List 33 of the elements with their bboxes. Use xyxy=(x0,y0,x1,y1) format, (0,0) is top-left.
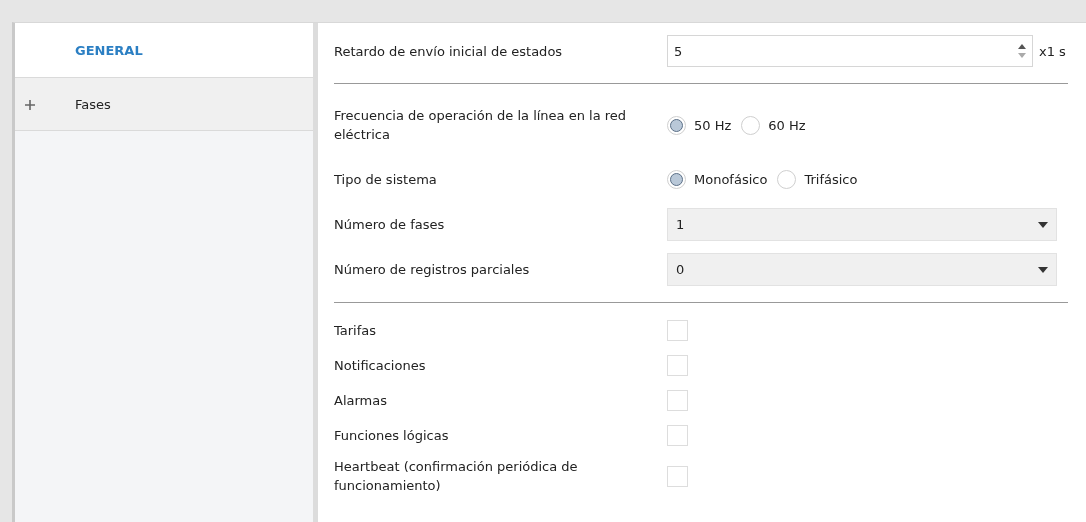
setting-label: Notificaciones xyxy=(334,357,427,375)
checkbox[interactable] xyxy=(667,320,688,341)
setting-label: Número de fases xyxy=(334,216,446,234)
setting-label: Retardo de envío inicial de estados xyxy=(334,42,564,61)
radio-button[interactable] xyxy=(777,169,797,189)
setting-label: Frecuencia de operación de la línea en la red eléctrica xyxy=(334,107,628,144)
setting-label: Heartbeat (confirmación periódica de funcionamiento) xyxy=(334,458,579,495)
caret-icon xyxy=(1038,221,1048,228)
number-field[interactable]: 5 xyxy=(667,35,1033,67)
plus-icon[interactable] xyxy=(25,99,35,110)
checkbox[interactable] xyxy=(667,465,688,487)
dropdown[interactable]: 0 xyxy=(667,253,1057,286)
radio-button[interactable] xyxy=(741,115,761,135)
radio-label: Trifásico xyxy=(804,171,858,187)
sidebar-item[interactable]: Fases xyxy=(15,78,313,131)
checkbox[interactable] xyxy=(667,425,688,446)
setting-label: Alarmas xyxy=(334,392,388,410)
setting-label: Número de registros parciales xyxy=(334,261,531,279)
caret-icon xyxy=(1038,266,1048,273)
dropdown[interactable]: 1 xyxy=(667,208,1057,241)
checkbox[interactable] xyxy=(667,390,688,411)
radio-button[interactable] xyxy=(667,115,686,135)
unit-label: x1 s xyxy=(1039,43,1066,59)
radio-label: Monofásico xyxy=(694,171,768,187)
setting-label: Tarifas xyxy=(334,322,378,340)
spin-arrows-icon[interactable] xyxy=(1018,43,1026,59)
radio-label: 60 Hz xyxy=(768,117,806,133)
checkbox[interactable] xyxy=(667,355,688,376)
setting-label: Funciones lógicas xyxy=(334,427,450,445)
setting-label: Tipo de sistema xyxy=(334,170,438,189)
radio-button[interactable] xyxy=(667,169,686,189)
radio-label: 50 Hz xyxy=(694,117,732,133)
sidebar-item[interactable]: GENERAL xyxy=(15,23,313,78)
